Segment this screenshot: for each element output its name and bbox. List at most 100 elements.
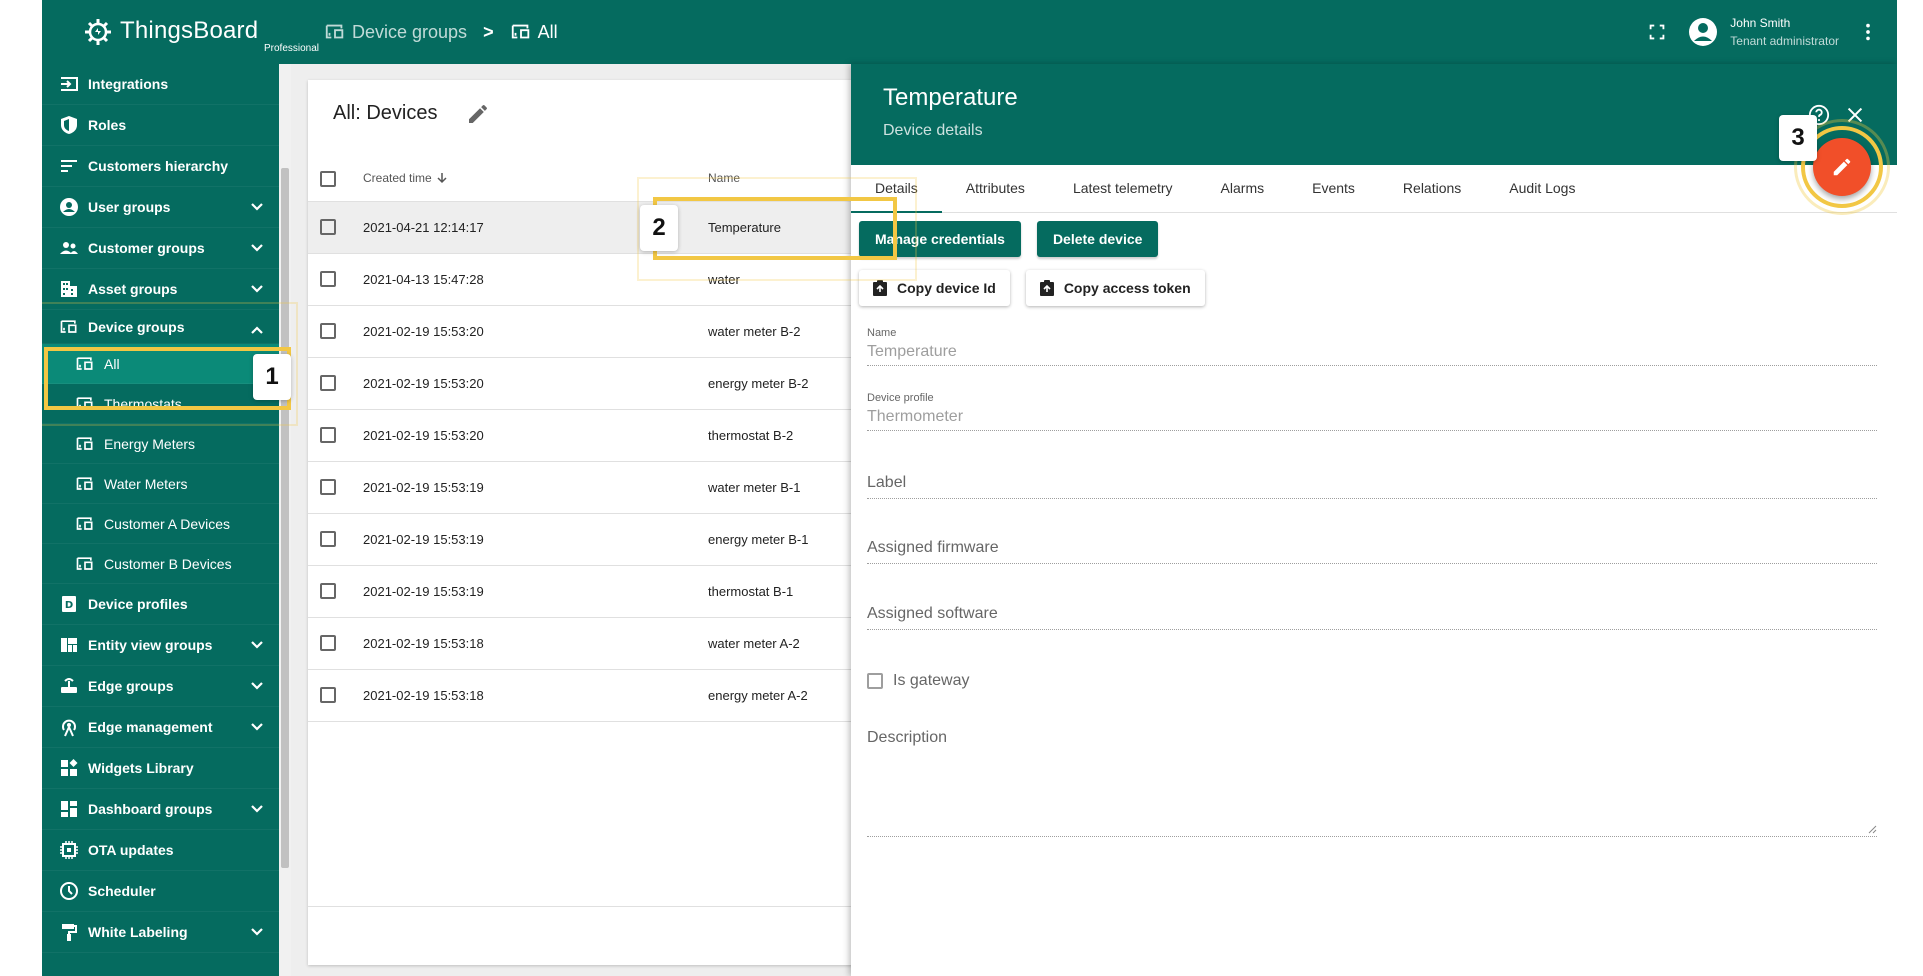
people-icon	[58, 237, 80, 259]
chevron-down-icon[interactable]	[249, 199, 265, 215]
assigned-software-placeholder: Assigned software	[867, 605, 998, 622]
arrow-down-icon	[437, 173, 447, 184]
domain-icon	[58, 278, 80, 300]
row-checkbox[interactable]	[320, 323, 336, 339]
memory-icon	[58, 839, 80, 861]
sidebar-item-ota-updates[interactable]: OTA updates	[42, 830, 279, 871]
brand-name: ThingsBoard	[120, 17, 259, 44]
sidebar-item-integrations[interactable]: Integrations	[42, 64, 279, 105]
tab-latest-telemetry[interactable]: Latest telemetry	[1049, 165, 1197, 213]
column-created-time[interactable]: Created time	[363, 171, 448, 185]
topbar-actions: John Smith Tenant administrator	[1646, 0, 1897, 64]
tab-attributes[interactable]: Attributes	[942, 165, 1049, 213]
table-row[interactable]: 2021-02-19 15:53:20 energy meter B-2	[308, 358, 938, 410]
row-checkbox[interactable]	[320, 219, 336, 235]
device-profile-field[interactable]: Device profile Thermometer	[867, 392, 1877, 431]
sidebar-item-customer-a-devices[interactable]: Customer A Devices	[42, 504, 279, 544]
chevron-down-icon[interactable]	[249, 637, 265, 653]
sidebar-item-white-labeling[interactable]: White Labeling	[42, 912, 279, 953]
table-row[interactable]: 2021-02-19 15:53:19 thermostat B-1	[308, 566, 938, 618]
sidebar-item-energy-meters[interactable]: Energy Meters	[42, 424, 279, 464]
checkbox-box[interactable]	[867, 673, 883, 689]
assigned-software-field[interactable]: Assigned software	[867, 605, 1877, 630]
svg-text:D: D	[65, 600, 73, 611]
breadcrumb-device-groups[interactable]: Device groups	[324, 21, 467, 43]
sidebar-item-customer-groups[interactable]: Customer groups	[42, 228, 279, 269]
row-checkbox[interactable]	[320, 635, 336, 651]
assigned-firmware-field[interactable]: Assigned firmware	[867, 539, 1877, 564]
table-row[interactable]: 2021-02-19 15:53:18 energy meter A-2	[308, 670, 938, 722]
sidebar-item-water-meters[interactable]: Water Meters	[42, 464, 279, 504]
breadcrumb: Device groups > All	[324, 0, 558, 64]
table-footer-divider	[308, 906, 938, 907]
sidebar-item-widgets-library[interactable]: Widgets Library	[42, 748, 279, 789]
thingsboard-logo[interactable]: ThingsBoard Professional	[82, 10, 319, 54]
chevron-down-icon[interactable]	[249, 281, 265, 297]
table-row[interactable]: 2021-02-19 15:53:19 energy meter B-1	[308, 514, 938, 566]
cell-name: thermostat B-2	[708, 428, 794, 443]
breadcrumb-all[interactable]: All	[510, 21, 558, 43]
sidebar-scroll-thumb[interactable]	[281, 168, 289, 868]
sidebar-item-label: Edge groups	[88, 678, 174, 694]
description-placeholder: Description	[867, 729, 948, 746]
chevron-down-icon[interactable]	[249, 678, 265, 694]
device-details-panel: Temperature Device details Details Attri…	[851, 64, 1897, 976]
user-info[interactable]: John Smith Tenant administrator	[1730, 14, 1839, 50]
tab-audit-logs[interactable]: Audit Logs	[1485, 165, 1599, 213]
sidebar-item-customers-hierarchy[interactable]: Customers hierarchy	[42, 146, 279, 187]
row-checkbox[interactable]	[320, 583, 336, 599]
column-created-label: Created time	[363, 171, 432, 185]
more-vert-icon[interactable]	[1857, 21, 1879, 43]
sidebar-item-label: Scheduler	[88, 883, 156, 899]
table-title: All: Devices	[333, 102, 438, 124]
select-all-checkbox[interactable]	[320, 171, 336, 187]
sidebar-item-edge-management[interactable]: Edge management	[42, 707, 279, 748]
table-row[interactable]: 2021-02-19 15:53:19 water meter B-1	[308, 462, 938, 514]
table-row[interactable]: 2021-02-19 15:53:20 water meter B-2	[308, 306, 938, 358]
cell-name: water meter B-2	[708, 324, 801, 339]
view-quilt-icon	[58, 634, 80, 656]
sidebar-item-edge-groups[interactable]: Edge groups	[42, 666, 279, 707]
tab-alarms[interactable]: Alarms	[1197, 165, 1289, 213]
row-checkbox[interactable]	[320, 687, 336, 703]
sidebar-item-entity-view-groups[interactable]: Entity view groups	[42, 625, 279, 666]
row-checkbox[interactable]	[320, 531, 336, 547]
sidebar-item-user-groups[interactable]: User groups	[42, 187, 279, 228]
table-row[interactable]: 2021-02-19 15:53:20 thermostat B-2	[308, 410, 938, 462]
avatar[interactable]	[1688, 17, 1718, 47]
name-field[interactable]: Name Temperature	[867, 327, 1877, 366]
fullscreen-icon[interactable]	[1646, 21, 1668, 43]
chevron-down-icon[interactable]	[249, 240, 265, 256]
callout-badge-1: 1	[253, 354, 291, 400]
chevron-down-icon[interactable]	[249, 924, 265, 940]
sidebar-item-device-profiles[interactable]: D Device profiles	[42, 584, 279, 625]
resize-handle-icon[interactable]	[1867, 824, 1877, 834]
table-row[interactable]: 2021-02-19 15:53:18 water meter A-2	[308, 618, 938, 670]
sidebar-scrollbar[interactable]	[279, 64, 291, 976]
tab-events[interactable]: Events	[1288, 165, 1379, 213]
chevron-down-icon[interactable]	[249, 719, 265, 735]
is-gateway-checkbox[interactable]: Is gateway	[867, 672, 969, 690]
row-checkbox[interactable]	[320, 375, 336, 391]
edit-device-fab[interactable]	[1813, 138, 1871, 196]
row-checkbox[interactable]	[320, 427, 336, 443]
label-field[interactable]: Label	[867, 474, 1877, 499]
row-checkbox[interactable]	[320, 271, 336, 287]
delete-device-button[interactable]: Delete device	[1036, 221, 1159, 257]
sidebar-item-scheduler[interactable]: Scheduler	[42, 871, 279, 912]
copy-access-token-button[interactable]: Copy access token	[1025, 270, 1205, 306]
sidebar-item-customer-b-devices[interactable]: Customer B Devices	[42, 544, 279, 584]
cell-created: 2021-02-19 15:53:19	[363, 480, 484, 495]
chevron-down-icon[interactable]	[249, 801, 265, 817]
description-field[interactable]: Description	[867, 729, 1877, 837]
edit-icon[interactable]	[466, 102, 490, 126]
tab-relations[interactable]: Relations	[1379, 165, 1485, 213]
sidebar-item-dashboard-groups[interactable]: Dashboard groups	[42, 789, 279, 830]
sidebar-item-label: Dashboard groups	[88, 801, 213, 817]
row-checkbox[interactable]	[320, 479, 336, 495]
devices-icon	[74, 433, 96, 455]
sidebar-item-label: Entity view groups	[88, 637, 213, 653]
account-circle-icon	[58, 196, 80, 218]
integrations-icon	[58, 73, 80, 95]
sidebar-item-roles[interactable]: Roles	[42, 105, 279, 146]
